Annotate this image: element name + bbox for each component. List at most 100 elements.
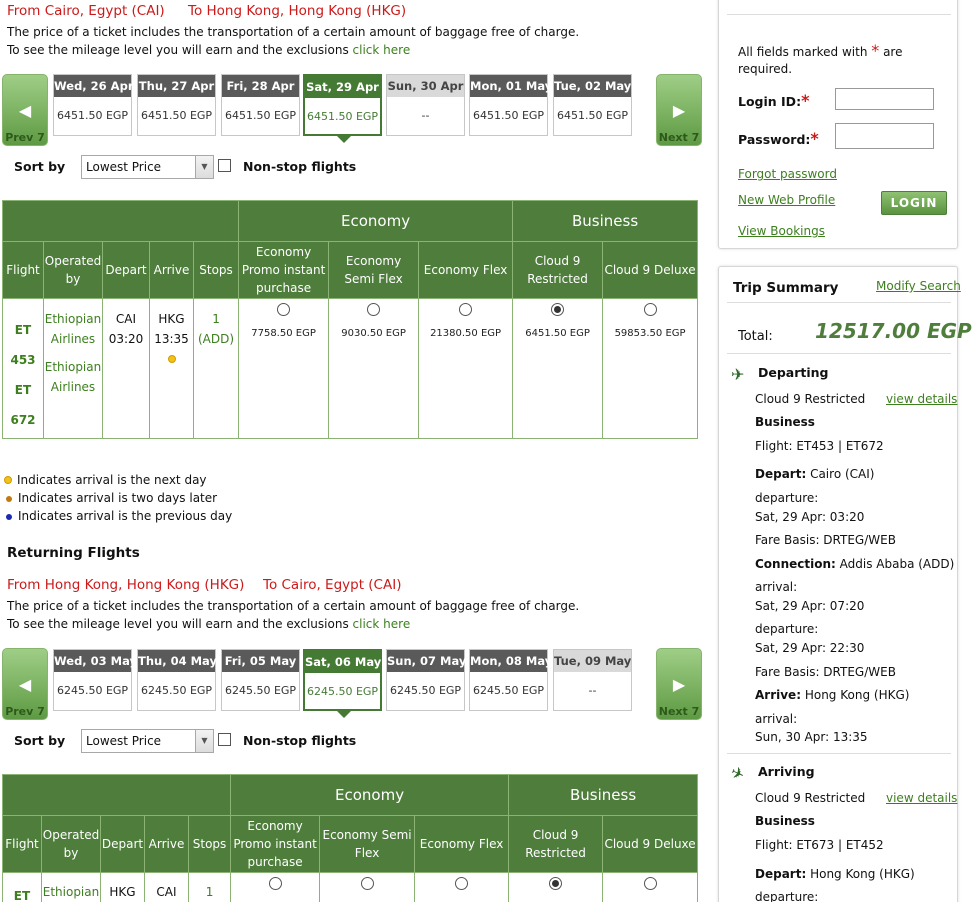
prev-7-label: Prev 7 — [5, 131, 45, 144]
connection-line: Connection: Addis Ababa (ADD) — [755, 557, 954, 571]
returning-col-cloud9-deluxe: Cloud 9 Deluxe — [602, 815, 699, 873]
required-note: All fields marked with * are — [738, 41, 902, 60]
two-days-dot-icon — [6, 496, 12, 502]
returning-fare-radio-promo[interactable] — [268, 877, 282, 890]
returning-fare-radio-cloud9-restricted[interactable] — [549, 877, 563, 890]
view-bookings-link[interactable]: View Bookings — [738, 224, 825, 238]
login-id-input[interactable] — [835, 88, 934, 110]
outbound-date-card[interactable]: Tue, 02 May 6451.50 EGP — [553, 74, 632, 136]
login-id-text: Login ID: — [738, 94, 802, 109]
returning-stops[interactable]: 1 — [187, 872, 232, 902]
plane-arrive-icon: ✈ — [727, 762, 748, 785]
outbound-date-price: 6451.50 EGP — [224, 109, 297, 122]
returning-date-card[interactable]: Sun, 07 May 6245.50 EGP — [386, 649, 466, 711]
returning-next-7-button[interactable]: ▶ Next 7 — [656, 648, 702, 720]
returning-date-card[interactable]: Tue, 09 May -- — [553, 649, 632, 711]
outbound-date-card[interactable]: Mon, 01 May 6451.50 EGP — [469, 74, 552, 136]
returning-click-here-link[interactable]: click here — [353, 617, 411, 631]
departing-departure-label: departure: — [755, 491, 819, 505]
arriving-flight: Flight: ET673 | ET452 — [755, 838, 884, 852]
arriving-depart-label: Depart: — [755, 867, 807, 881]
outbound-date-label: Thu, 27 Apr — [138, 75, 215, 97]
connection-arrival-label: arrival: — [755, 580, 798, 594]
outbound-date-card[interactable]: Fri, 28 Apr 6451.50 EGP — [221, 74, 300, 136]
outbound-date-label: Sat, 29 Apr — [305, 76, 380, 98]
password-input[interactable] — [835, 123, 934, 149]
departing-flight: Flight: ET453 | ET672 — [755, 439, 884, 453]
arriving-view-details-link[interactable]: view details — [886, 791, 957, 805]
cabin-header-business: Business — [512, 200, 699, 242]
col-flight: Flight — [2, 241, 44, 299]
sort-select[interactable]: Lowest Price ▼ — [81, 155, 214, 179]
prev-7-button[interactable]: ◀ Prev 7 — [2, 74, 48, 146]
password-star: * — [810, 129, 819, 148]
returning-cabin-header-economy: Economy — [230, 774, 510, 816]
returning-fare-radio-flex[interactable] — [455, 877, 469, 890]
returning-date-card[interactable]: Wed, 03 May 6245.50 EGP — [53, 649, 137, 711]
fare-radio-promo[interactable] — [277, 303, 291, 316]
returning-date-card[interactable]: Sat, 06 May 6245.50 EGP — [303, 649, 382, 718]
connection-departure-label: departure: — [755, 622, 819, 636]
returning-from: From Hong Kong, Hong Kong (HKG) — [7, 577, 245, 593]
outbound-date-card[interactable]: Wed, 26 Apr 6451.50 EGP — [53, 74, 134, 136]
new-web-profile-link[interactable]: New Web Profile — [738, 193, 835, 207]
fare-radio-flex[interactable] — [459, 303, 473, 316]
returning-flight-table: Economy Business Flight Operated by Depa… — [1, 774, 699, 902]
returning-to: To Cairo, Egypt (CAI) — [263, 577, 402, 593]
login-button[interactable]: LOGIN — [881, 191, 947, 215]
flight2-number: 672 — [10, 413, 36, 427]
nonstop-checkbox[interactable] — [218, 159, 231, 172]
returning-fare-cell-promo — [230, 872, 321, 902]
total-label: Total: — [738, 329, 773, 344]
mileage-click-here-link[interactable]: click here — [353, 43, 411, 57]
returning-nonstop-checkbox[interactable] — [218, 733, 231, 746]
returning-col-stops: Stops — [187, 815, 232, 873]
departing-view-details-link[interactable]: view details — [886, 392, 957, 406]
legend-prev-day: Indicates arrival is the previous day — [6, 509, 232, 523]
returning-col-economy-semi-flex: Economy Semi Flex — [319, 815, 416, 873]
col-operated-by: Operated by — [43, 241, 103, 299]
depart-label: Depart: — [755, 467, 807, 481]
required-star: * — [871, 41, 880, 60]
trip-summary-panel: Trip Summary Modify Search Total: 12517.… — [718, 266, 972, 902]
operator-2: Ethiopian Airlines — [44, 360, 102, 394]
returning-prev-7-button[interactable]: ◀ Prev 7 — [2, 648, 48, 720]
returning-date-card[interactable]: Fri, 05 May 6245.50 EGP — [221, 649, 300, 711]
returning-fare-radio-semi-flex[interactable] — [360, 877, 374, 890]
returning-date-price: 6245.50 EGP — [306, 685, 379, 698]
next-7-button[interactable]: ▶ Next 7 — [656, 74, 702, 146]
fare-radio-semi-flex[interactable] — [367, 303, 381, 316]
returning-baggage-note: The price of a ticket includes the trans… — [7, 599, 580, 613]
returning-fare-cell-cloud9-restricted — [508, 872, 604, 902]
fare-radio-cloud9-deluxe[interactable] — [643, 303, 657, 316]
arrive-time: 13:35 — [154, 332, 189, 346]
outbound-date-card[interactable]: Thu, 27 Apr 6451.50 EGP — [137, 74, 216, 136]
returning-next-7-label: Next 7 — [658, 705, 700, 718]
arrive-arrival-time: Sun, 30 Apr: 13:35 — [755, 730, 868, 744]
modify-search-link[interactable]: Modify Search — [876, 279, 961, 293]
outbound-date-card[interactable]: Sun, 30 Apr -- — [386, 74, 465, 136]
trip-summary-title: Trip Summary — [733, 280, 839, 296]
forgot-password-link[interactable]: Forgot password — [738, 167, 837, 181]
outbound-date-card[interactable]: Sat, 29 Apr 6451.50 EGP — [303, 74, 382, 143]
stops-link[interactable]: 1 — [194, 309, 238, 329]
returning-sort-select[interactable]: Lowest Price ▼ — [81, 729, 214, 753]
total-value: 12517.00 EGP — [815, 319, 972, 343]
login-divider — [727, 14, 951, 15]
password-label: Password:* — [738, 129, 819, 148]
next-7-label: Next 7 — [658, 131, 700, 144]
baggage-note: The price of a ticket includes the trans… — [7, 25, 580, 39]
fare-radio-cloud9-restricted[interactable] — [551, 303, 565, 316]
flight-numbers: ET 453 ET 672 — [2, 298, 44, 439]
outbound-date-price: 6451.50 EGP — [56, 109, 129, 122]
returning-fare-radio-cloud9-deluxe[interactable] — [643, 877, 657, 890]
returning-arrive-code: CAI — [144, 872, 189, 902]
required-note-2: required. — [738, 62, 793, 76]
depart-time: 03:20 — [108, 332, 144, 346]
returning-date-price: 6245.50 EGP — [389, 684, 462, 697]
returning-date-card[interactable]: Mon, 08 May 6245.50 EGP — [469, 649, 552, 711]
sort-by-label: Sort by — [14, 159, 66, 174]
returning-heading: Returning Flights — [7, 545, 140, 561]
returning-date-card[interactable]: Thu, 04 May 6245.50 EGP — [137, 649, 217, 711]
returning-date-label: Thu, 04 May — [138, 650, 217, 672]
